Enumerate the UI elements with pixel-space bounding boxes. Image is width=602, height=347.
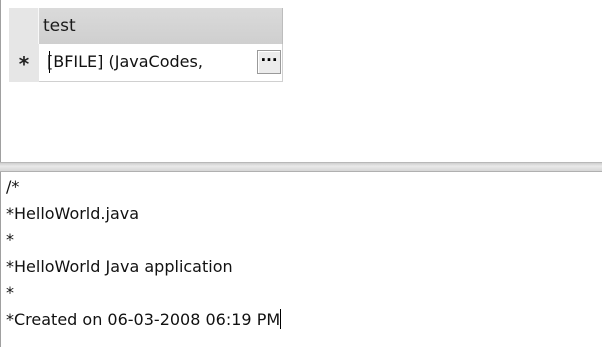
data-grid: test * [BFILE] (JavaCodes, ···: [0, 0, 602, 162]
editor-line: *: [6, 283, 14, 302]
grid-header-row: test: [1, 8, 283, 44]
bfile-cell[interactable]: [BFILE] (JavaCodes, ···: [39, 44, 283, 82]
editor-line: *: [6, 230, 14, 249]
editor-line-text: *Created on 06-03-2008 06:19 PM: [6, 309, 281, 329]
grid-row: * [BFILE] (JavaCodes, ···: [1, 44, 283, 82]
editor-line: /*: [6, 177, 20, 196]
text-caret: [280, 308, 282, 329]
row-indicator-header: [9, 8, 39, 44]
editor-line-last: *Created on 06-03-2008 06:19 PM: [6, 307, 282, 334]
editor-line: *HelloWorld Java application: [6, 256, 233, 276]
app-window: test * [BFILE] (JavaCodes, ··· /* *Hello…: [0, 0, 602, 347]
text-editor[interactable]: /* *HelloWorld.java * *HelloWorld Java a…: [0, 172, 602, 347]
column-header-test[interactable]: test: [39, 8, 283, 44]
editor-line: *HelloWorld.java: [6, 203, 140, 223]
new-row-indicator: *: [9, 44, 39, 82]
editor-content: /* *HelloWorld.java * *HelloWorld Java a…: [6, 174, 282, 334]
splitter-handle[interactable]: [0, 162, 602, 172]
cell-value: [BFILE] (JavaCodes,: [47, 52, 203, 71]
ellipsis-button[interactable]: ···: [257, 50, 281, 74]
